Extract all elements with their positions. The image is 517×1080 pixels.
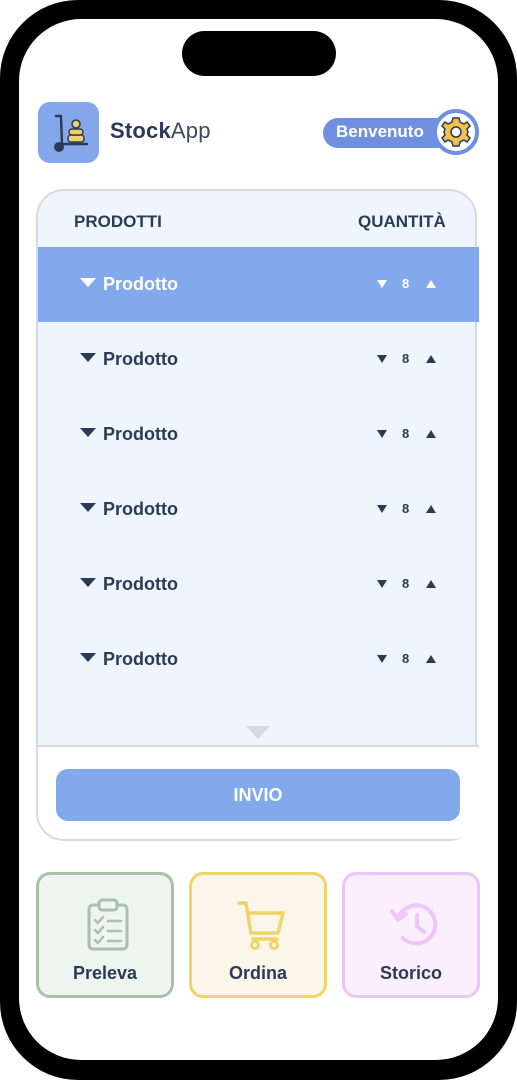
decrease-arrow-icon[interactable] <box>377 505 387 513</box>
product-row[interactable]: Prodotto 8 <box>38 472 479 547</box>
app-title: StockApp <box>110 118 211 144</box>
preleva-label: Preleva <box>72 963 138 983</box>
app-title-bold: Stock <box>110 118 171 143</box>
expand-caret-icon[interactable] <box>80 653 96 662</box>
product-quantity: 8 <box>402 276 410 291</box>
product-name: Prodotto <box>103 499 178 519</box>
history-clock-icon <box>390 903 438 946</box>
increase-arrow-icon[interactable] <box>426 655 436 663</box>
expand-caret-icon[interactable] <box>80 578 96 587</box>
storico-label: Storico <box>379 963 442 983</box>
product-quantity: 8 <box>402 651 410 666</box>
increase-arrow-icon[interactable] <box>426 280 436 288</box>
increase-arrow-icon[interactable] <box>426 355 436 363</box>
product-name: Prodotto <box>103 349 178 369</box>
product-row[interactable]: Prodotto 8 <box>38 397 479 472</box>
column-header-products: PRODOTTI <box>74 212 162 231</box>
expand-caret-icon[interactable] <box>80 278 96 287</box>
clipboard-checklist-icon <box>87 898 129 951</box>
product-row[interactable]: Prodotto 8 <box>38 547 479 622</box>
product-quantity: 8 <box>402 351 410 366</box>
decrease-arrow-icon[interactable] <box>377 355 387 363</box>
hand-truck-icon <box>54 114 89 152</box>
product-row[interactable]: Prodotto 8 <box>38 622 479 697</box>
increase-arrow-icon[interactable] <box>426 505 436 513</box>
product-quantity: 8 <box>402 576 410 591</box>
welcome-label: Benvenuto <box>336 122 424 141</box>
decrease-arrow-icon[interactable] <box>377 655 387 663</box>
column-header-quantity: QUANTITÀ <box>358 212 446 231</box>
product-row[interactable]: Prodotto 8 <box>38 247 479 322</box>
preleva-tile[interactable]: Preleva <box>36 872 174 998</box>
gear-icon <box>441 117 471 147</box>
increase-arrow-icon[interactable] <box>426 580 436 588</box>
product-name: Prodotto <box>103 274 178 294</box>
increase-arrow-icon[interactable] <box>426 430 436 438</box>
expand-caret-icon[interactable] <box>80 503 96 512</box>
app-title-light: App <box>170 118 211 143</box>
send-button[interactable]: INVIO <box>56 769 460 821</box>
decrease-arrow-icon[interactable] <box>377 580 387 588</box>
ordina-label: Ordina <box>228 963 287 983</box>
product-quantity: 8 <box>402 501 410 516</box>
shopping-cart-icon <box>237 901 285 950</box>
decrease-arrow-icon[interactable] <box>377 430 387 438</box>
notch <box>182 31 336 76</box>
product-quantity: 8 <box>402 426 410 441</box>
scroll-down-icon[interactable] <box>246 726 270 739</box>
storico-tile[interactable]: Storico <box>342 872 480 998</box>
product-row[interactable]: Prodotto 8 <box>38 322 479 397</box>
expand-caret-icon[interactable] <box>80 353 96 362</box>
app-logo <box>38 102 99 163</box>
settings-button[interactable] <box>433 109 479 155</box>
expand-caret-icon[interactable] <box>80 428 96 437</box>
ordina-tile[interactable]: Ordina <box>189 872 327 998</box>
product-name: Prodotto <box>103 574 178 594</box>
product-name: Prodotto <box>103 424 178 444</box>
product-name: Prodotto <box>103 649 178 669</box>
decrease-arrow-icon[interactable] <box>377 280 387 288</box>
